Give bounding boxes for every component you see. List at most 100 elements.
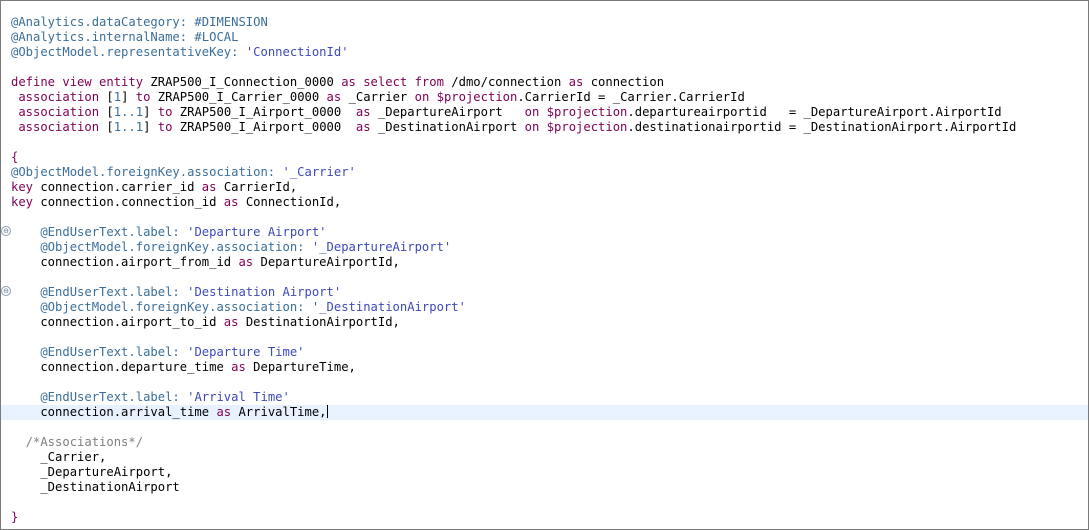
code-token: as <box>231 360 254 374</box>
code-token: on $projection <box>524 120 628 134</box>
code-line[interactable]: key connection.connection_id as Connecti… <box>1 195 1088 210</box>
code-line[interactable] <box>1 420 1088 435</box>
code-line[interactable]: @Analytics.dataCategory: #DIMENSION <box>1 15 1088 30</box>
code-token: .destinationairportid = _DestinationAirp… <box>627 120 1017 134</box>
code-token: DepartureAirportId, <box>260 255 400 269</box>
code-token: connection.departure_time <box>11 360 232 374</box>
code-token: @ObjectModel.representativeKey: <box>11 45 246 59</box>
code-line[interactable] <box>1 495 1088 510</box>
code-line[interactable]: _DepartureAirport, <box>1 465 1088 480</box>
code-line[interactable]: connection.airport_from_id as DepartureA… <box>1 255 1088 270</box>
code-line[interactable]: @ObjectModel.foreignKey.association: '_D… <box>1 240 1088 255</box>
code-token: @Analytics.internalName: #LOCAL <box>11 30 239 44</box>
code-line[interactable]: association [1..1] to ZRAP500_I_Airport_… <box>1 105 1088 120</box>
code-token: ArrivalTime, <box>238 405 327 419</box>
code-token: 'Departure Airport' <box>187 225 327 239</box>
code-token: as <box>216 405 239 419</box>
code-token: @ObjectModel.foreignKey.association: <box>11 165 283 179</box>
code-token: key <box>11 180 41 194</box>
code-line[interactable]: @EndUserText.label: 'Departure Time' <box>1 345 1088 360</box>
code-token: on $projection <box>524 105 628 119</box>
code-line[interactable]: @ObjectModel.representativeKey: 'Connect… <box>1 45 1088 60</box>
code-line[interactable]: @ObjectModel.foreignKey.association: '_C… <box>1 165 1088 180</box>
code-token: /dmo/connection <box>451 75 569 89</box>
code-line[interactable]: connection.arrival_time as ArrivalTime, <box>1 405 1088 420</box>
code-line[interactable]: connection.departure_time as DepartureTi… <box>1 360 1088 375</box>
code-token: _DestinationAirport <box>11 480 180 494</box>
code-line[interactable] <box>1 60 1088 75</box>
code-token: DestinationAirportId, <box>245 315 400 329</box>
code-token: 1..1 <box>113 105 144 119</box>
code-token: 'ConnectionId' <box>245 45 349 59</box>
code-token: connection.carrier_id <box>40 180 202 194</box>
code-token: _Carrier <box>348 90 415 104</box>
code-token: /*Associations*/ <box>11 435 144 449</box>
code-token: @EndUserText.label: <box>11 285 188 299</box>
code-token: ] <box>121 90 136 104</box>
code-token: 'Destination Airport' <box>187 285 342 299</box>
code-token: association <box>11 120 107 134</box>
text-caret <box>326 405 328 418</box>
code-line[interactable]: association [1] to ZRAP500_I_Carrier_000… <box>1 90 1088 105</box>
code-line[interactable]: _Carrier, <box>1 450 1088 465</box>
code-area[interactable]: @Analytics.dataCategory: #DIMENSION @Anal… <box>1 1 1088 525</box>
code-line[interactable] <box>1 210 1088 225</box>
code-token: as <box>355 120 378 134</box>
code-line[interactable]: @Analytics.internalName: #LOCAL <box>1 30 1088 45</box>
code-token: as <box>201 180 224 194</box>
code-line[interactable]: ⊖ @EndUserText.label: 'Departure Airport… <box>1 225 1088 240</box>
code-token: to <box>157 120 180 134</box>
code-token: 'Arrival Time' <box>187 390 290 404</box>
code-token: ] <box>143 105 158 119</box>
code-token: ConnectionId, <box>245 195 342 209</box>
code-line[interactable]: connection.airport_to_id as DestinationA… <box>1 315 1088 330</box>
code-line[interactable]: /*Associations*/ <box>1 435 1088 450</box>
code-token: ZRAP500_I_Carrier_0000 <box>157 90 327 104</box>
code-token: DepartureTime, <box>253 360 356 374</box>
code-token: as <box>238 255 261 269</box>
code-token: as select from <box>341 75 452 89</box>
code-token: connection.connection_id <box>40 195 224 209</box>
code-line[interactable] <box>1 135 1088 150</box>
code-token: @Analytics.dataCategory: #DIMENSION <box>11 15 268 29</box>
code-token: @ObjectModel.foreignKey.association: <box>11 240 312 254</box>
code-token: connection.airport_from_id <box>11 255 239 269</box>
code-line[interactable]: key connection.carrier_id as CarrierId, <box>1 180 1088 195</box>
code-token: ] <box>143 120 158 134</box>
code-token: { <box>11 150 19 164</box>
code-token: as <box>568 75 591 89</box>
code-token: as <box>223 195 246 209</box>
code-line[interactable]: _DestinationAirport <box>1 480 1088 495</box>
code-token: to <box>135 90 158 104</box>
code-token: .CarrierId = _Carrier.CarrierId <box>517 90 745 104</box>
code-token: @EndUserText.label: <box>11 345 188 359</box>
code-token: [ <box>106 90 114 104</box>
code-token: } <box>11 510 19 524</box>
code-line[interactable]: association [1..1] to ZRAP500_I_Airport_… <box>1 120 1088 135</box>
fold-collapse-icon[interactable]: ⊖ <box>1 226 11 236</box>
code-line[interactable]: ⊖ @EndUserText.label: 'Destination Airpo… <box>1 285 1088 300</box>
code-token: _Carrier, <box>11 450 107 464</box>
code-token: as <box>355 105 378 119</box>
code-token: connection.arrival_time <box>11 405 217 419</box>
code-token: define view entity <box>11 75 151 89</box>
code-token: ZRAP500_I_Airport_0000 <box>179 105 356 119</box>
code-token: .departureairportid = _DepartureAirport.… <box>627 105 1002 119</box>
code-line[interactable]: @ObjectModel.foreignKey.association: '_D… <box>1 300 1088 315</box>
code-editor[interactable]: @Analytics.dataCategory: #DIMENSION @Anal… <box>0 0 1089 530</box>
code-line[interactable]: define view entity ZRAP500_I_Connection_… <box>1 75 1088 90</box>
code-token: connection <box>590 75 665 89</box>
code-token: _DepartureAirport <box>377 105 525 119</box>
code-line[interactable]: @EndUserText.label: 'Arrival Time' <box>1 390 1088 405</box>
code-line[interactable] <box>1 375 1088 390</box>
code-line[interactable]: } <box>1 510 1088 525</box>
code-token: @EndUserText.label: <box>11 390 188 404</box>
code-token: '_DestinationAirport' <box>311 300 466 314</box>
code-line[interactable] <box>1 270 1088 285</box>
code-line[interactable]: { <box>1 150 1088 165</box>
code-token: association <box>11 90 107 104</box>
code-line[interactable] <box>1 330 1088 345</box>
fold-collapse-icon[interactable]: ⊖ <box>1 286 11 296</box>
code-token: @EndUserText.label: <box>11 225 188 239</box>
code-token: ZRAP500_I_Connection_0000 <box>150 75 342 89</box>
